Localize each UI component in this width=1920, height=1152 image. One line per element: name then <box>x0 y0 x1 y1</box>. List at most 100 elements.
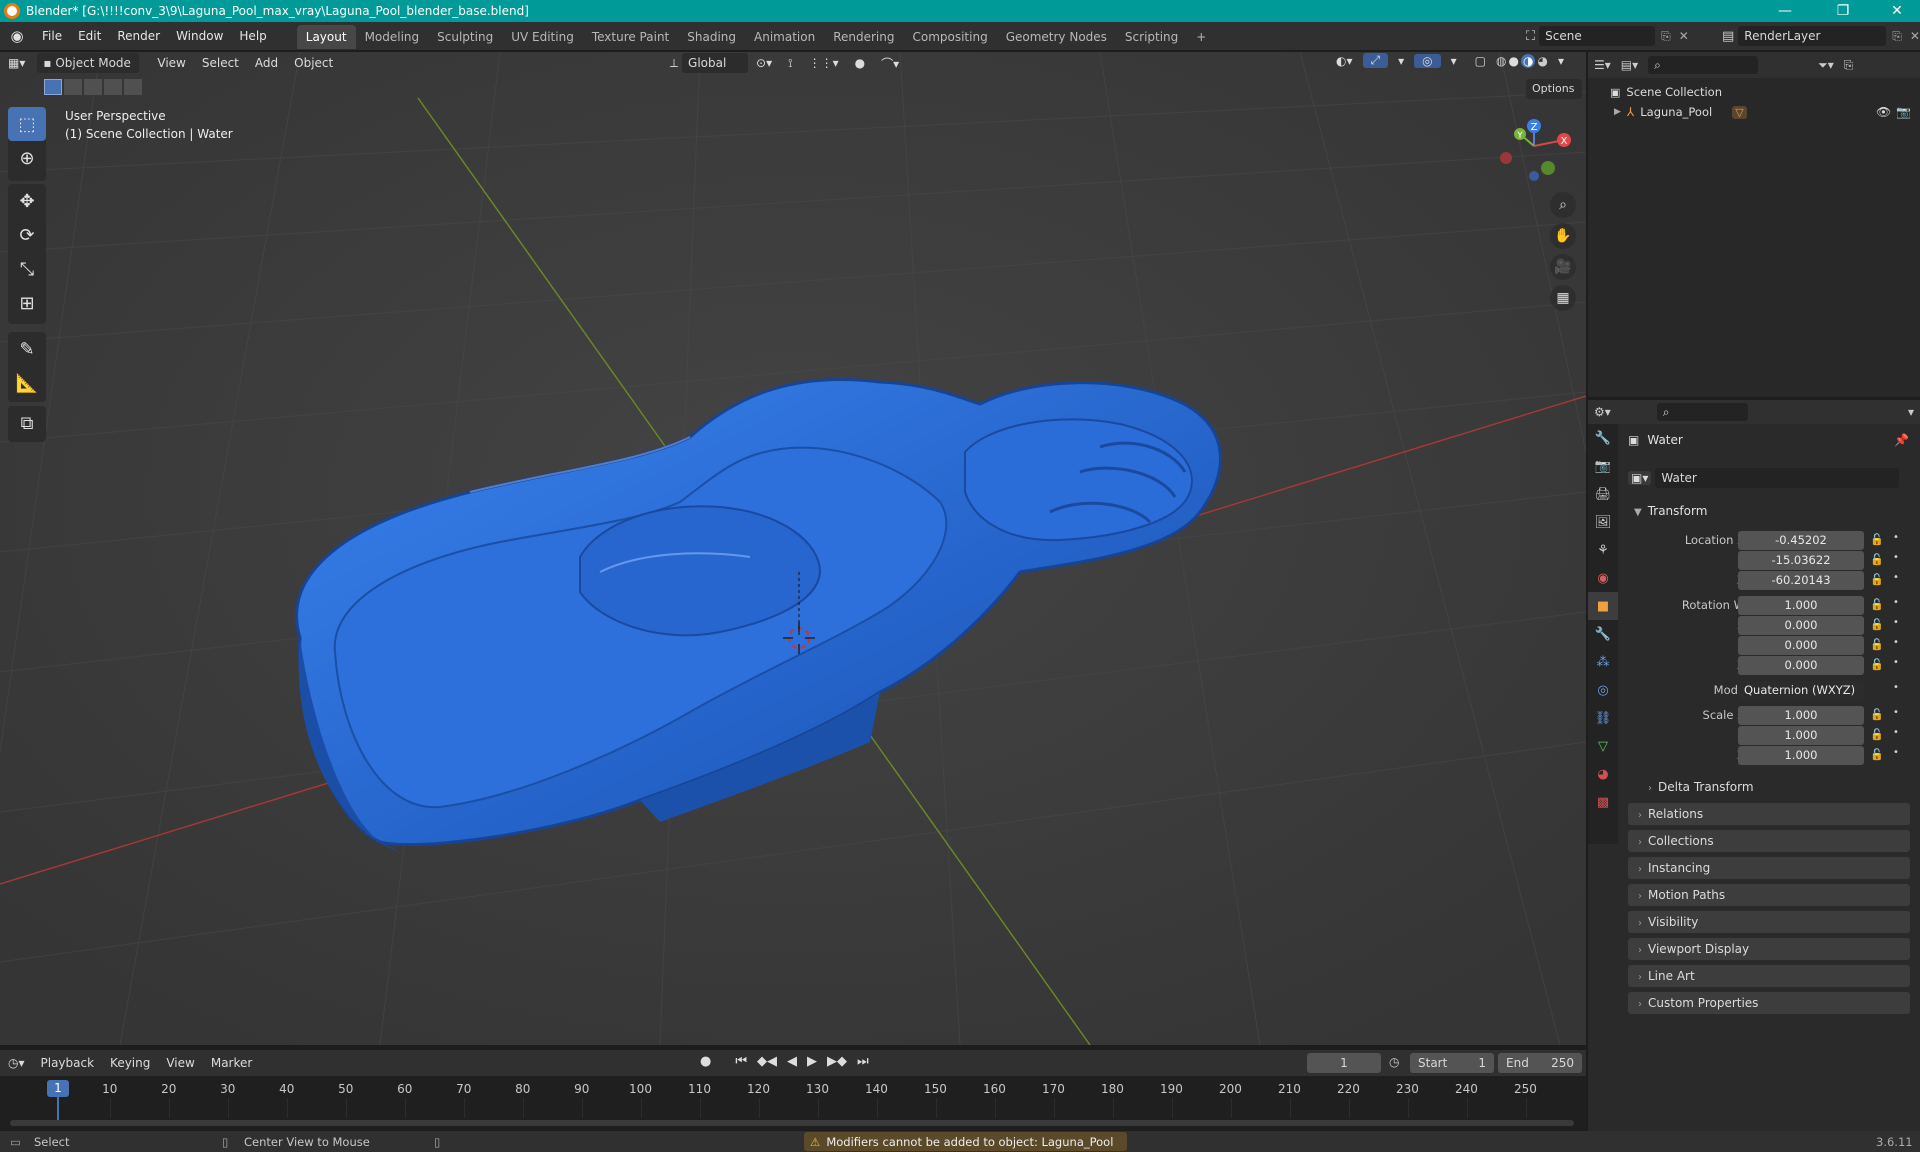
next-keyframe-icon[interactable]: ▶◆ <box>827 1054 847 1069</box>
solid-shading-icon[interactable]: ● <box>1508 54 1518 68</box>
modifiers-tab-icon[interactable]: 🔧 <box>1588 620 1618 648</box>
tab-rendering[interactable]: Rendering <box>824 25 903 49</box>
data-tab-icon[interactable]: ▽ <box>1588 732 1618 760</box>
select-intersect-icon[interactable] <box>124 79 142 95</box>
add-workspace-button[interactable]: + <box>1187 25 1215 49</box>
panel-instancing[interactable]: › Instancing <box>1628 857 1910 879</box>
viewport-3d[interactable] <box>0 52 1586 1045</box>
keyframe-dot-icon[interactable]: • <box>1893 727 1899 738</box>
select-new-icon[interactable] <box>44 79 62 95</box>
tab-modeling[interactable]: Modeling <box>356 25 429 49</box>
panel-collections[interactable]: › Collections <box>1628 830 1910 852</box>
panel-viewport-display[interactable]: › Viewport Display <box>1628 938 1910 960</box>
add-cube-tool-icon[interactable]: ⧉ <box>8 406 46 440</box>
lock-icon[interactable]: 🔓 <box>1870 618 1884 631</box>
preview-range-icon[interactable]: ◷ <box>1389 1055 1399 1069</box>
measure-tool-icon[interactable]: 📐 <box>8 366 46 400</box>
lock-icon[interactable]: 🔓 <box>1870 658 1884 671</box>
pin-icon[interactable]: 📌 <box>1894 433 1909 447</box>
rotation-y-field[interactable]: 0.000 <box>1738 636 1864 655</box>
rotation-w-field[interactable]: 1.000 <box>1738 596 1864 615</box>
playhead-frame-label[interactable]: 1 <box>47 1080 69 1097</box>
tool-tab-icon[interactable]: 🔧 <box>1588 424 1618 452</box>
scale-y-field[interactable]: 1.000 <box>1738 726 1864 745</box>
select-invert-icon[interactable] <box>104 79 122 95</box>
lock-icon[interactable]: 🔓 <box>1870 728 1884 741</box>
keyframe-dot-icon[interactable]: • <box>1893 532 1899 543</box>
record-icon[interactable]: ● <box>700 1054 711 1069</box>
rotation-x-field[interactable]: 0.000 <box>1738 616 1864 635</box>
scale-tool-icon[interactable]: ⤡ <box>8 252 46 286</box>
object-tab-icon[interactable]: ■ <box>1588 592 1618 620</box>
menu-select[interactable]: Select <box>194 56 247 70</box>
scale-z-field[interactable]: 1.000 <box>1738 746 1864 765</box>
new-collection-icon[interactable]: ⎘ <box>1844 58 1854 73</box>
rotation-mode-select[interactable]: Quaternion (WXYZ) <box>1738 681 1864 700</box>
display-mode-icon[interactable]: ▤▾ <box>1621 58 1638 72</box>
timeline-scrollbar[interactable] <box>10 1120 1574 1126</box>
properties-options-icon[interactable]: ▾ <box>1908 405 1914 419</box>
keyframe-dot-icon[interactable]: • <box>1893 597 1899 608</box>
texture-tab-icon[interactable]: ▩ <box>1588 788 1618 816</box>
prev-keyframe-icon[interactable]: ◆◀ <box>757 1054 777 1069</box>
falloff-icon[interactable]: ⌒▾ <box>873 55 907 72</box>
rendered-shading-icon[interactable]: ◕ <box>1537 54 1547 68</box>
select-extend-icon[interactable] <box>64 79 82 95</box>
menu-file[interactable]: File <box>34 22 70 50</box>
transform-orientation-select[interactable]: Global <box>682 53 749 73</box>
scene-close-icon[interactable]: ✕ <box>1679 29 1689 43</box>
modifier-icon[interactable]: ▽ <box>1732 105 1747 119</box>
render-tab-icon[interactable]: 📷 <box>1588 452 1618 480</box>
lock-icon[interactable]: 🔓 <box>1870 598 1884 611</box>
material-shading-icon[interactable]: ◑ <box>1520 53 1536 68</box>
menu-add[interactable]: Add <box>247 56 286 70</box>
wireframe-shading-icon[interactable]: ◍ <box>1496 54 1506 68</box>
perspective-grid-icon[interactable]: ▦ <box>1550 285 1576 311</box>
eye-icon[interactable]: 👁 <box>1876 105 1891 119</box>
keyframe-dot-icon[interactable]: • <box>1893 707 1899 718</box>
location-x-field[interactable]: -0.45202 <box>1738 531 1864 550</box>
xray-icon[interactable]: ▢ <box>1467 54 1494 68</box>
lock-icon[interactable]: 🔓 <box>1870 638 1884 651</box>
location-y-field[interactable]: -15.03622 <box>1738 551 1864 570</box>
annotate-tool-icon[interactable]: ✎ <box>8 332 46 366</box>
lock-icon[interactable]: 🔓 <box>1870 748 1884 761</box>
datablock-browse-icon[interactable]: ▣▾ <box>1628 471 1652 485</box>
outliner-item-laguna-pool[interactable]: Laguna_Pool <box>1640 105 1712 119</box>
view-layer-tab-icon[interactable]: 🖼 <box>1588 508 1618 536</box>
blender-menu-icon[interactable]: ◉ <box>0 27 34 45</box>
panel-visibility[interactable]: › Visibility <box>1628 911 1910 933</box>
tab-shading[interactable]: Shading <box>678 25 745 49</box>
cursor-tool-icon[interactable]: ⊕ <box>8 141 46 175</box>
jump-start-icon[interactable]: ⏮ <box>735 1054 747 1069</box>
rotation-z-field[interactable]: 0.000 <box>1738 656 1864 675</box>
snap-icon[interactable]: ⟟ <box>780 56 800 71</box>
keyframe-dot-icon[interactable]: • <box>1893 552 1899 563</box>
render-camera-icon[interactable]: 📷 <box>1896 105 1911 119</box>
keyframe-dot-icon[interactable]: • <box>1893 637 1899 648</box>
menu-view[interactable]: View <box>149 56 193 70</box>
outliner-search-input[interactable]: ⌕ <box>1648 56 1759 74</box>
start-frame-field[interactable]: Start 1 <box>1410 1053 1494 1073</box>
tab-compositing[interactable]: Compositing <box>903 25 996 49</box>
menu-edit[interactable]: Edit <box>70 22 109 50</box>
maximize-button[interactable]: ❐ <box>1820 0 1866 22</box>
menu-help[interactable]: Help <box>231 22 274 50</box>
menu-render[interactable]: Render <box>109 22 168 50</box>
particles-tab-icon[interactable]: ⁂ <box>1588 648 1618 676</box>
tab-sculpting[interactable]: Sculpting <box>428 25 502 49</box>
navigation-gizmo[interactable]: Z X Y <box>1490 112 1580 192</box>
transform-tool-icon[interactable]: ⊞ <box>8 286 46 320</box>
expand-arrow-icon[interactable]: ▶ <box>1614 107 1621 117</box>
view-layer-field[interactable]: RenderLayer <box>1738 26 1887 46</box>
menu-timeline-view[interactable]: View <box>158 1056 202 1070</box>
options-button[interactable]: Options <box>1526 79 1582 99</box>
menu-playback[interactable]: Playback <box>33 1056 103 1070</box>
properties-search-input[interactable]: ⌕ <box>1656 403 1748 421</box>
pivot-icon[interactable]: ⊙▾ <box>748 56 780 70</box>
keyframe-dot-icon[interactable]: • <box>1893 657 1899 668</box>
zoom-icon[interactable]: ⌕ <box>1550 192 1576 218</box>
tab-texture-paint[interactable]: Texture Paint <box>583 25 678 49</box>
scale-x-field[interactable]: 1.000 <box>1738 706 1864 725</box>
properties-editor-icon[interactable]: ⚙▾ <box>1594 405 1611 419</box>
